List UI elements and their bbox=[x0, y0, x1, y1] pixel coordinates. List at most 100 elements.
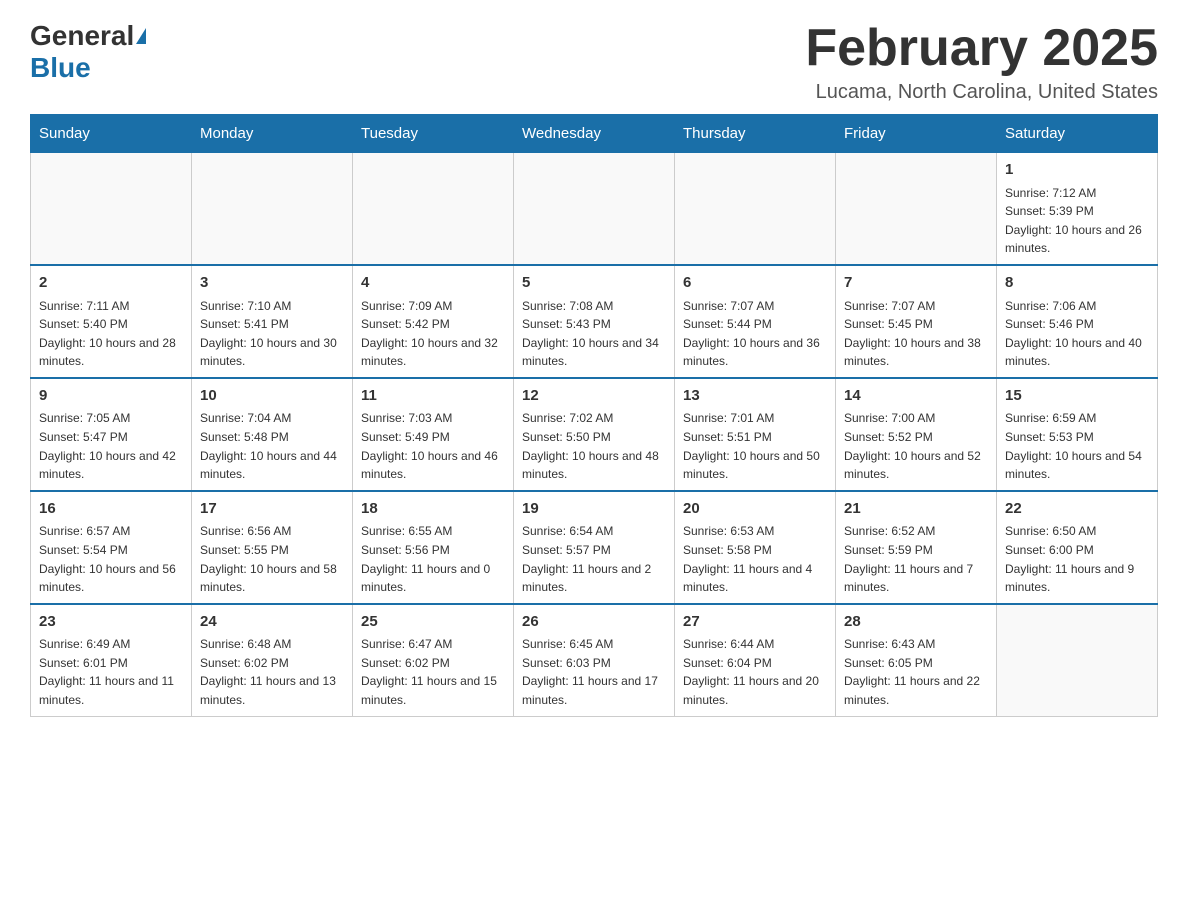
calendar-cell: 3Sunrise: 7:10 AMSunset: 5:41 PMDaylight… bbox=[192, 265, 353, 378]
day-info: Sunrise: 6:57 AMSunset: 5:54 PMDaylight:… bbox=[39, 522, 183, 596]
day-number: 28 bbox=[844, 611, 988, 634]
weekday-header-tuesday: Tuesday bbox=[353, 115, 514, 153]
day-number: 9 bbox=[39, 385, 183, 408]
calendar-cell: 16Sunrise: 6:57 AMSunset: 5:54 PMDayligh… bbox=[31, 491, 192, 604]
weekday-header-saturday: Saturday bbox=[997, 115, 1158, 153]
day-number: 22 bbox=[1005, 498, 1149, 521]
weekday-header-wednesday: Wednesday bbox=[514, 115, 675, 153]
page-header: General Blue February 2025 Lucama, North… bbox=[30, 20, 1158, 104]
calendar-cell: 7Sunrise: 7:07 AMSunset: 5:45 PMDaylight… bbox=[836, 265, 997, 378]
day-info: Sunrise: 7:03 AMSunset: 5:49 PMDaylight:… bbox=[361, 409, 505, 483]
day-number: 12 bbox=[522, 385, 666, 408]
day-number: 13 bbox=[683, 385, 827, 408]
calendar-cell: 8Sunrise: 7:06 AMSunset: 5:46 PMDaylight… bbox=[997, 265, 1158, 378]
calendar-cell bbox=[675, 153, 836, 265]
day-number: 3 bbox=[200, 272, 344, 295]
day-number: 6 bbox=[683, 272, 827, 295]
day-info: Sunrise: 6:47 AMSunset: 6:02 PMDaylight:… bbox=[361, 635, 505, 709]
calendar-cell bbox=[353, 153, 514, 265]
calendar-cell: 6Sunrise: 7:07 AMSunset: 5:44 PMDaylight… bbox=[675, 265, 836, 378]
day-number: 5 bbox=[522, 272, 666, 295]
day-number: 20 bbox=[683, 498, 827, 521]
day-number: 23 bbox=[39, 611, 183, 634]
day-number: 18 bbox=[361, 498, 505, 521]
calendar-cell: 20Sunrise: 6:53 AMSunset: 5:58 PMDayligh… bbox=[675, 491, 836, 604]
day-info: Sunrise: 7:01 AMSunset: 5:51 PMDaylight:… bbox=[683, 409, 827, 483]
day-info: Sunrise: 6:53 AMSunset: 5:58 PMDaylight:… bbox=[683, 522, 827, 596]
logo: General Blue bbox=[30, 20, 148, 84]
calendar-week-2: 2Sunrise: 7:11 AMSunset: 5:40 PMDaylight… bbox=[31, 265, 1158, 378]
calendar-cell: 15Sunrise: 6:59 AMSunset: 5:53 PMDayligh… bbox=[997, 378, 1158, 491]
day-info: Sunrise: 7:08 AMSunset: 5:43 PMDaylight:… bbox=[522, 297, 666, 371]
weekday-header-thursday: Thursday bbox=[675, 115, 836, 153]
day-info: Sunrise: 6:44 AMSunset: 6:04 PMDaylight:… bbox=[683, 635, 827, 709]
calendar-week-1: 1Sunrise: 7:12 AMSunset: 5:39 PMDaylight… bbox=[31, 153, 1158, 265]
day-info: Sunrise: 6:55 AMSunset: 5:56 PMDaylight:… bbox=[361, 522, 505, 596]
calendar-cell: 2Sunrise: 7:11 AMSunset: 5:40 PMDaylight… bbox=[31, 265, 192, 378]
day-number: 17 bbox=[200, 498, 344, 521]
day-info: Sunrise: 6:52 AMSunset: 5:59 PMDaylight:… bbox=[844, 522, 988, 596]
calendar-cell: 19Sunrise: 6:54 AMSunset: 5:57 PMDayligh… bbox=[514, 491, 675, 604]
day-number: 15 bbox=[1005, 385, 1149, 408]
day-info: Sunrise: 7:11 AMSunset: 5:40 PMDaylight:… bbox=[39, 297, 183, 371]
day-number: 11 bbox=[361, 385, 505, 408]
day-info: Sunrise: 6:54 AMSunset: 5:57 PMDaylight:… bbox=[522, 522, 666, 596]
day-number: 27 bbox=[683, 611, 827, 634]
weekday-header-row: SundayMondayTuesdayWednesdayThursdayFrid… bbox=[31, 115, 1158, 153]
calendar-cell: 9Sunrise: 7:05 AMSunset: 5:47 PMDaylight… bbox=[31, 378, 192, 491]
calendar-cell: 21Sunrise: 6:52 AMSunset: 5:59 PMDayligh… bbox=[836, 491, 997, 604]
day-number: 8 bbox=[1005, 272, 1149, 295]
calendar-cell: 11Sunrise: 7:03 AMSunset: 5:49 PMDayligh… bbox=[353, 378, 514, 491]
calendar-cell: 23Sunrise: 6:49 AMSunset: 6:01 PMDayligh… bbox=[31, 604, 192, 716]
day-info: Sunrise: 6:45 AMSunset: 6:03 PMDaylight:… bbox=[522, 635, 666, 709]
day-number: 16 bbox=[39, 498, 183, 521]
calendar-cell: 26Sunrise: 6:45 AMSunset: 6:03 PMDayligh… bbox=[514, 604, 675, 716]
calendar-table: SundayMondayTuesdayWednesdayThursdayFrid… bbox=[30, 114, 1158, 716]
day-number: 7 bbox=[844, 272, 988, 295]
day-number: 2 bbox=[39, 272, 183, 295]
calendar-cell bbox=[997, 604, 1158, 716]
calendar-cell bbox=[836, 153, 997, 265]
day-info: Sunrise: 7:10 AMSunset: 5:41 PMDaylight:… bbox=[200, 297, 344, 371]
weekday-header-sunday: Sunday bbox=[31, 115, 192, 153]
calendar-cell: 13Sunrise: 7:01 AMSunset: 5:51 PMDayligh… bbox=[675, 378, 836, 491]
day-info: Sunrise: 6:49 AMSunset: 6:01 PMDaylight:… bbox=[39, 635, 183, 709]
day-number: 4 bbox=[361, 272, 505, 295]
day-number: 24 bbox=[200, 611, 344, 634]
day-info: Sunrise: 7:02 AMSunset: 5:50 PMDaylight:… bbox=[522, 409, 666, 483]
calendar-cell bbox=[192, 153, 353, 265]
day-number: 19 bbox=[522, 498, 666, 521]
calendar-cell: 28Sunrise: 6:43 AMSunset: 6:05 PMDayligh… bbox=[836, 604, 997, 716]
logo-triangle-icon bbox=[136, 28, 146, 44]
calendar-cell: 27Sunrise: 6:44 AMSunset: 6:04 PMDayligh… bbox=[675, 604, 836, 716]
calendar-cell: 12Sunrise: 7:02 AMSunset: 5:50 PMDayligh… bbox=[514, 378, 675, 491]
day-info: Sunrise: 7:04 AMSunset: 5:48 PMDaylight:… bbox=[200, 409, 344, 483]
calendar-cell: 17Sunrise: 6:56 AMSunset: 5:55 PMDayligh… bbox=[192, 491, 353, 604]
day-info: Sunrise: 7:12 AMSunset: 5:39 PMDaylight:… bbox=[1005, 184, 1149, 258]
calendar-cell: 22Sunrise: 6:50 AMSunset: 6:00 PMDayligh… bbox=[997, 491, 1158, 604]
logo-blue-text: Blue bbox=[30, 52, 91, 83]
calendar-cell: 10Sunrise: 7:04 AMSunset: 5:48 PMDayligh… bbox=[192, 378, 353, 491]
day-info: Sunrise: 7:05 AMSunset: 5:47 PMDaylight:… bbox=[39, 409, 183, 483]
day-number: 10 bbox=[200, 385, 344, 408]
day-number: 1 bbox=[1005, 159, 1149, 182]
day-info: Sunrise: 6:50 AMSunset: 6:00 PMDaylight:… bbox=[1005, 522, 1149, 596]
day-info: Sunrise: 7:09 AMSunset: 5:42 PMDaylight:… bbox=[361, 297, 505, 371]
day-number: 25 bbox=[361, 611, 505, 634]
calendar-cell bbox=[31, 153, 192, 265]
day-number: 21 bbox=[844, 498, 988, 521]
weekday-header-friday: Friday bbox=[836, 115, 997, 153]
calendar-cell: 1Sunrise: 7:12 AMSunset: 5:39 PMDaylight… bbox=[997, 153, 1158, 265]
month-title: February 2025 bbox=[805, 20, 1158, 77]
weekday-header-monday: Monday bbox=[192, 115, 353, 153]
day-info: Sunrise: 7:07 AMSunset: 5:44 PMDaylight:… bbox=[683, 297, 827, 371]
logo-general-text: General bbox=[30, 20, 134, 52]
location: Lucama, North Carolina, United States bbox=[805, 81, 1158, 104]
day-info: Sunrise: 6:43 AMSunset: 6:05 PMDaylight:… bbox=[844, 635, 988, 709]
calendar-cell: 18Sunrise: 6:55 AMSunset: 5:56 PMDayligh… bbox=[353, 491, 514, 604]
calendar-week-4: 16Sunrise: 6:57 AMSunset: 5:54 PMDayligh… bbox=[31, 491, 1158, 604]
day-number: 14 bbox=[844, 385, 988, 408]
day-info: Sunrise: 7:07 AMSunset: 5:45 PMDaylight:… bbox=[844, 297, 988, 371]
calendar-cell: 4Sunrise: 7:09 AMSunset: 5:42 PMDaylight… bbox=[353, 265, 514, 378]
day-info: Sunrise: 7:00 AMSunset: 5:52 PMDaylight:… bbox=[844, 409, 988, 483]
